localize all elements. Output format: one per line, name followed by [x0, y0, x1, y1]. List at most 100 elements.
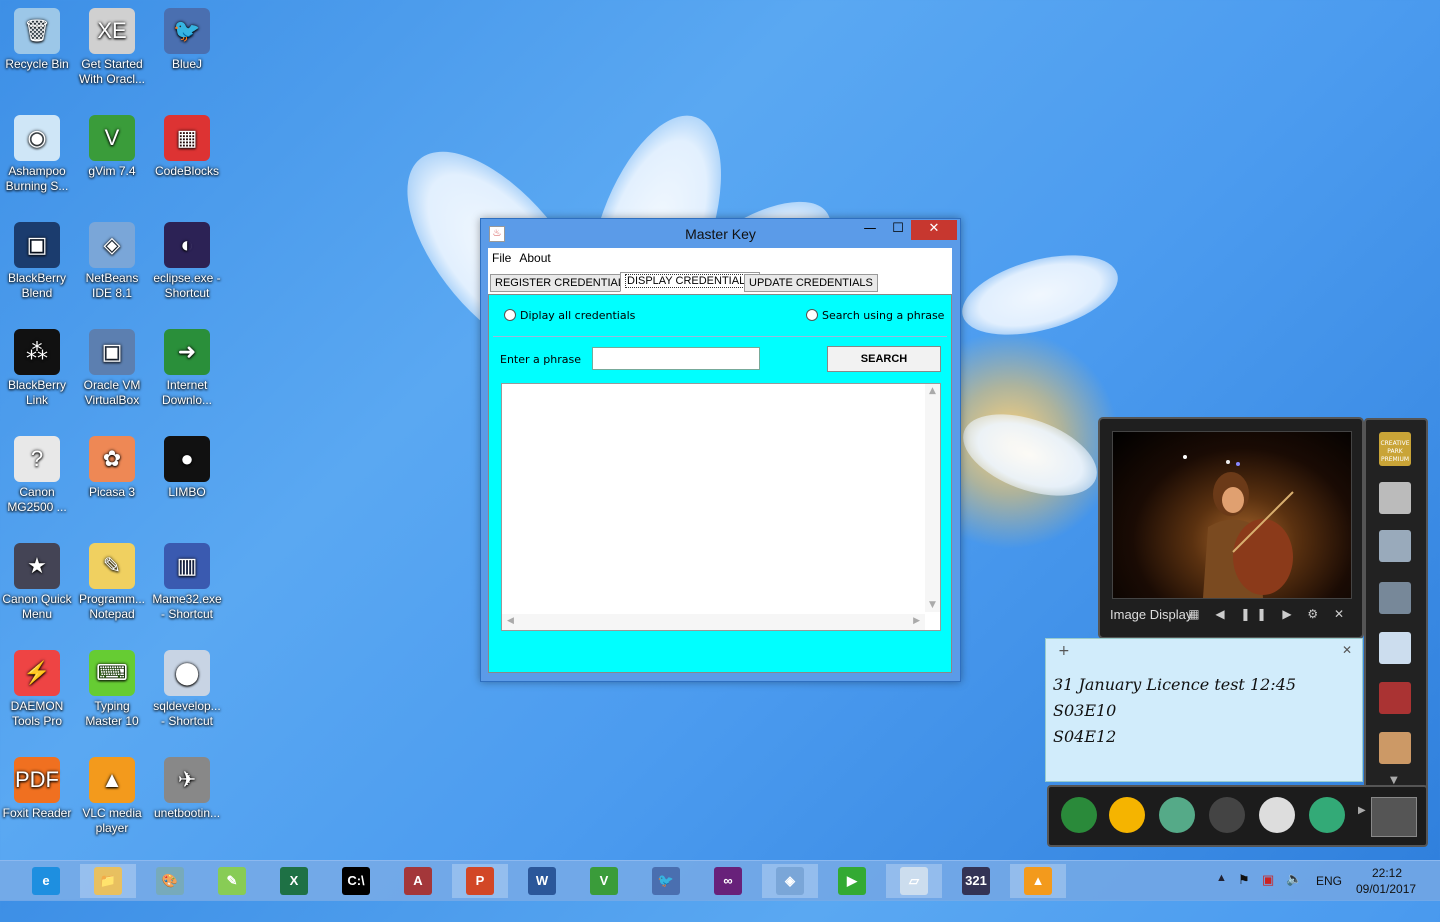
- taskbar-media-task[interactable]: ▶: [824, 864, 880, 898]
- search-button[interactable]: SEARCH: [827, 346, 941, 372]
- internet-explorer-icon: e: [32, 867, 60, 895]
- horizontal-scrollbar[interactable]: ◀ ▶: [502, 614, 925, 630]
- maximize-button[interactable]: ☐: [884, 220, 912, 240]
- desktop-icon[interactable]: ✿ Picasa 3: [75, 430, 149, 500]
- desktop-icon-label: eclipse.exe - Shortcut: [153, 271, 221, 300]
- close-button[interactable]: ✕: [911, 220, 957, 240]
- menu-about[interactable]: About: [515, 248, 554, 268]
- taskbar-visual-studio[interactable]: ∞: [700, 864, 756, 898]
- add-note-icon[interactable]: +: [1058, 643, 1070, 659]
- desktop-icon[interactable]: VgVim 7.4: [75, 109, 149, 179]
- desktop-icon[interactable]: ⚡ DAEMON Tools Pro: [0, 644, 74, 729]
- taskbar-media-player-321[interactable]: 321: [948, 864, 1004, 898]
- clock-date[interactable]: 09/01/2017: [1356, 882, 1416, 922]
- desktop-icon[interactable]: 🐦 BlueJ: [150, 2, 224, 72]
- display-panel: Diplay all credentials Search using a ph…: [488, 294, 952, 673]
- desktop-icon[interactable]: ✈ unetbootin...: [150, 751, 224, 821]
- printer-tools-icon[interactable]: [1379, 482, 1411, 514]
- scroll-left-icon[interactable]: ◀: [507, 616, 514, 626]
- taskbar-sticky-notes[interactable]: ▱: [886, 864, 942, 898]
- sticky-note[interactable]: + ✕ 31 January Licence test 12:45 S03E10…: [1045, 638, 1363, 782]
- desktop-icon-label: Typing Master 10: [85, 699, 139, 728]
- vertical-scrollbar[interactable]: ▲ ▼: [925, 384, 940, 612]
- desktop-icon[interactable]: ◈ NetBeans IDE 8.1: [75, 216, 149, 301]
- desktop-icon[interactable]: ▣ BlackBerry Blend: [0, 216, 74, 301]
- network-error-icon[interactable]: ▣: [1262, 872, 1274, 912]
- document-help-icon[interactable]: [1259, 797, 1295, 833]
- desktop-icon[interactable]: 🗑 Recycle Bin: [0, 2, 74, 72]
- radio-search-phrase-label: Search using a phrase: [822, 309, 945, 322]
- desktop-icon[interactable]: ⬤ sqldevelop... - Shortcut: [150, 644, 224, 729]
- taskbar-paint[interactable]: 🎨: [142, 864, 198, 898]
- tab-display-credentials[interactable]: DISPLAY CREDENTIALS: [620, 272, 760, 292]
- show-hidden-icons[interactable]: ▲: [1216, 872, 1227, 912]
- menu-file[interactable]: File: [488, 248, 515, 268]
- photo-grid-icon[interactable]: [1379, 632, 1411, 664]
- tab-register-credentials[interactable]: REGISTER CREDENTIALS: [490, 274, 637, 292]
- volume-icon[interactable]: 🔈: [1286, 871, 1302, 911]
- creative-park-badge[interactable]: CREATIVE PARK PREMIUM: [1379, 432, 1411, 466]
- desktop-icon[interactable]: PDF Foxit Reader: [0, 751, 74, 821]
- wifi-icon[interactable]: [1109, 797, 1145, 833]
- minimize-button[interactable]: —: [856, 220, 884, 240]
- radio-search-phrase[interactable]: Search using a phrase: [806, 309, 944, 322]
- tray-next-icon[interactable]: ▶: [1358, 805, 1366, 816]
- taskbar-access[interactable]: A: [390, 864, 446, 898]
- results-text-area[interactable]: ▲ ▼ ◀ ▶: [501, 383, 941, 631]
- language-indicator[interactable]: ENG: [1316, 874, 1342, 914]
- keyboard-grid-icon[interactable]: [1371, 797, 1417, 837]
- scroll-right-icon[interactable]: ▶: [913, 616, 920, 626]
- scroll-up-icon[interactable]: ▲: [925, 386, 940, 396]
- photo-edit-icon[interactable]: [1379, 732, 1411, 764]
- desktop-icon[interactable]: ◉ Ashampoo Burning S...: [0, 109, 74, 194]
- taskbar-notepad-plus[interactable]: ✎: [204, 864, 260, 898]
- taskbar-command-prompt[interactable]: C:\: [328, 864, 384, 898]
- desktop-icon[interactable]: ✎ Programm... Notepad: [75, 537, 149, 622]
- taskbar-bluej[interactable]: 🐦: [638, 864, 694, 898]
- scroll-down-icon[interactable]: ▼: [925, 600, 940, 610]
- desktop-icon[interactable]: ▥ Mame32.exe - Shortcut: [150, 537, 224, 622]
- slideshow-photo[interactable]: [1112, 431, 1352, 599]
- image-display-controls[interactable]: ▦ ◀ ❚❚ ▶ ⚙ ✕: [1188, 607, 1350, 621]
- note-line-2: S03E10: [1053, 701, 1117, 720]
- master-key-window: ♨ Master Key — ☐ ✕ File About REGISTER CR…: [480, 218, 961, 682]
- desktop-icon[interactable]: ▣ Oracle VM VirtualBox: [75, 323, 149, 408]
- taskbar-excel[interactable]: X: [266, 864, 322, 898]
- radio-display-all[interactable]: Diplay all credentials: [504, 309, 635, 322]
- canon-gadget-tray: ▶: [1047, 785, 1428, 847]
- desktop-icon[interactable]: ➜ Internet Downlo...: [150, 323, 224, 408]
- network-info-icon[interactable]: [1159, 797, 1195, 833]
- taskbar-vlc[interactable]: ▲: [1010, 864, 1066, 898]
- desktop-icon[interactable]: ? Canon MG2500 ...: [0, 430, 74, 515]
- action-center-flag-icon[interactable]: ⚑: [1238, 872, 1250, 912]
- desktop-icon[interactable]: ▦ CodeBlocks: [150, 109, 224, 179]
- taskbar-netbeans[interactable]: ◈: [762, 864, 818, 898]
- close-note-icon[interactable]: ✕: [1342, 643, 1352, 657]
- photo-album-icon[interactable]: [1379, 682, 1411, 714]
- printer-user-icon[interactable]: [1209, 797, 1245, 833]
- desktop-icon[interactable]: ⁂ BlackBerry Link: [0, 323, 74, 408]
- vlc-icon: ▲: [1024, 867, 1052, 895]
- tab-update-credentials[interactable]: UPDATE CREDENTIALS: [744, 274, 878, 292]
- desktop-icon[interactable]: ⌨ Typing Master 10: [75, 644, 149, 729]
- taskbar-file-explorer[interactable]: 📁: [80, 864, 136, 898]
- desktop-icon[interactable]: ▲ VLC media player: [75, 751, 149, 836]
- title-bar[interactable]: ♨ Master Key — ☐ ✕: [481, 219, 960, 247]
- globe-help-icon[interactable]: [1309, 797, 1345, 833]
- file-explorer-icon: 📁: [94, 867, 122, 895]
- desktop-icon-image: ◐: [164, 222, 210, 268]
- taskbar-powerpoint[interactable]: P: [452, 864, 508, 898]
- phrase-input[interactable]: [592, 347, 760, 370]
- desktop-icon[interactable]: ● LIMBO: [150, 430, 224, 500]
- media-task-icon: ▶: [838, 867, 866, 895]
- taskbar-gvim[interactable]: V: [576, 864, 632, 898]
- desktop-icon-label: Picasa 3: [88, 485, 136, 499]
- taskbar-word[interactable]: W: [514, 864, 570, 898]
- taskbar-internet-explorer[interactable]: e: [18, 864, 74, 898]
- desktop-icon[interactable]: ◐ eclipse.exe - Shortcut: [150, 216, 224, 301]
- desktop-icon[interactable]: XE Get Started With Oracl...: [75, 2, 149, 87]
- photo-collage-icon[interactable]: [1379, 530, 1411, 562]
- desktop-icon[interactable]: ★ Canon Quick Menu: [0, 537, 74, 622]
- photo-frame-icon[interactable]: [1379, 582, 1411, 614]
- cd-user-icon[interactable]: [1061, 797, 1097, 833]
